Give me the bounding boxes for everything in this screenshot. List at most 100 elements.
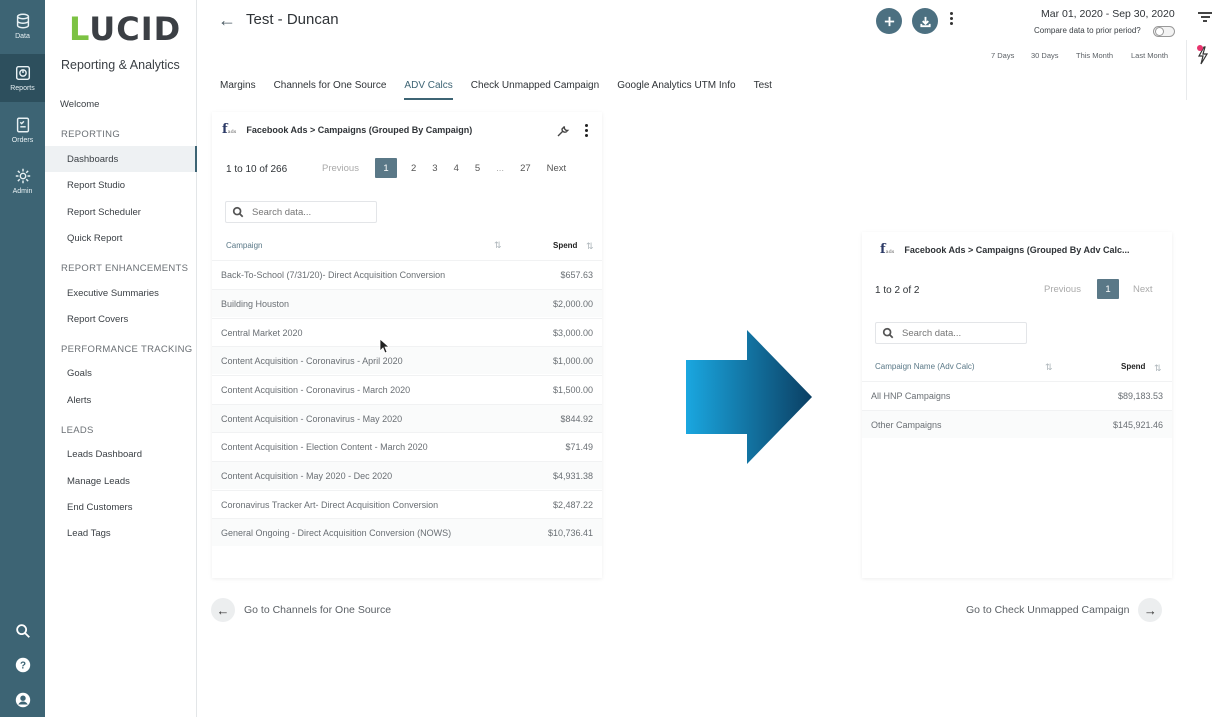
quick-date-last-month[interactable]: Last Month <box>1131 51 1168 60</box>
compare-label: Compare data to prior period? <box>1034 26 1141 35</box>
rail-label: Reports <box>10 85 35 92</box>
cell-campaign: Content Acquisition - Coronavirus - May … <box>221 414 403 424</box>
sidebar-item-lead-tags[interactable]: Lead Tags <box>67 528 111 539</box>
rail-item-data[interactable]: Data <box>0 2 45 50</box>
pagination: Previous 1 Next <box>1044 279 1169 299</box>
sidebar-item-leads-dashboard[interactable]: Leads Dashboard <box>67 449 142 460</box>
next-tab-label: Go to Check Unmapped Campaign <box>966 604 1130 616</box>
quick-date-30-days[interactable]: 30 Days <box>1031 51 1059 60</box>
filter-icon[interactable] <box>1198 12 1212 24</box>
table-row[interactable]: Content Acquisition - Coronavirus - May … <box>212 404 602 432</box>
tab-test[interactable]: Test <box>754 80 772 100</box>
cell-spend: $2,000.00 <box>552 299 593 309</box>
sidebar-item-alerts[interactable]: Alerts <box>67 395 91 406</box>
sidebar-item-quick-report[interactable]: Quick Report <box>67 233 122 244</box>
sort-icon[interactable]: ⇅ <box>1154 363 1162 374</box>
sidebar-item-report-studio[interactable]: Report Studio <box>67 180 125 191</box>
sidebar-item-report-covers[interactable]: Report Covers <box>67 314 128 325</box>
pagination-page[interactable]: 4 <box>454 163 459 174</box>
pagination-next[interactable]: Next <box>547 163 567 174</box>
widget-campaigns-grouped-by-campaign: fads Facebook Ads > Campaigns (Grouped B… <box>212 112 602 578</box>
tab-channels-for-one-source[interactable]: Channels for One Source <box>274 80 387 100</box>
table-row[interactable]: Content Acquisition - Election Content -… <box>212 432 602 460</box>
previous-tab-link[interactable]: ← Go to Channels for One Source <box>211 598 391 622</box>
table-row[interactable]: Central Market 2020 $3,000.00 <box>212 318 602 346</box>
sidebar-item-end-customers[interactable]: End Customers <box>67 502 132 513</box>
pagination-page[interactable]: 1 <box>374 158 397 178</box>
sort-icon[interactable]: ⇅ <box>1045 362 1053 373</box>
table-row[interactable]: Coronavirus Tracker Art- Direct Acquisit… <box>212 490 602 518</box>
sidebar-item-dashboards[interactable]: Dashboards <box>67 154 118 165</box>
table-row[interactable]: Content Acquisition - Coronavirus - Marc… <box>212 375 602 403</box>
rail-item-orders[interactable]: Orders <box>0 106 45 154</box>
divider <box>1186 40 1187 100</box>
rail-help-button[interactable]: ? <box>0 650 45 680</box>
tab-check-unmapped-campaign[interactable]: Check Unmapped Campaign <box>471 80 599 100</box>
table-row[interactable]: Content Acquisition - May 2020 - Dec 202… <box>212 461 602 489</box>
cell-campaign: Content Acquisition - Coronavirus - Marc… <box>221 385 411 395</box>
table-row[interactable]: Back-To-School (7/31/20)- Direct Acquisi… <box>212 260 602 288</box>
search-icon <box>15 624 30 638</box>
pagination-previous[interactable]: Previous <box>322 163 359 174</box>
back-arrow-icon[interactable]: ← <box>218 10 236 31</box>
pagination-ellipsis: ... <box>496 162 505 174</box>
sidebar-item-welcome[interactable]: Welcome <box>60 99 99 110</box>
rail-item-reports[interactable]: Reports <box>0 54 45 102</box>
rail-search-button[interactable] <box>0 616 45 646</box>
pagination-page[interactable]: 2 <box>411 163 416 174</box>
add-widget-button[interactable] <box>876 8 902 34</box>
table-row[interactable]: General Ongoing - Direct Acquisition Con… <box>212 518 602 546</box>
column-header-campaign-name[interactable]: Campaign Name (Adv Calc) <box>875 362 975 371</box>
tab-adv-calcs[interactable]: ADV Calcs <box>404 80 453 100</box>
sidebar-item-goals[interactable]: Goals <box>67 368 92 379</box>
download-button[interactable] <box>912 8 938 34</box>
quick-date-this-month[interactable]: This Month <box>1076 51 1113 60</box>
date-range[interactable]: Mar 01, 2020 - Sep 30, 2020 <box>1041 8 1175 20</box>
column-header-spend[interactable]: Spend <box>1121 362 1145 371</box>
column-header-spend[interactable]: Spend <box>553 241 577 250</box>
search-input[interactable] <box>252 206 352 218</box>
table-row[interactable]: All HNP Campaigns $89,183.53 <box>862 381 1172 409</box>
pagination-page[interactable]: 3 <box>432 163 437 174</box>
widget-menu-icon[interactable] <box>583 124 589 138</box>
svg-text:?: ? <box>19 661 25 672</box>
sidebar-item-manage-leads[interactable]: Manage Leads <box>67 476 130 487</box>
pagination-previous[interactable]: Previous <box>1044 284 1081 295</box>
cell-spend: $1,000.00 <box>552 356 593 366</box>
more-options-icon[interactable] <box>946 10 956 32</box>
sidebar-item-report-scheduler[interactable]: Report Scheduler <box>67 207 141 218</box>
pagination-next[interactable]: Next <box>1133 284 1153 295</box>
sidebar-title: Reporting & Analytics <box>61 58 180 72</box>
table-row[interactable]: Building Houston $2,000.00 <box>212 289 602 317</box>
next-tab-link[interactable]: Go to Check Unmapped Campaign → <box>966 598 1163 622</box>
pagination-page[interactable]: 27 <box>520 163 531 174</box>
search-input[interactable] <box>902 327 1002 339</box>
cell-spend: $4,931.38 <box>552 471 593 481</box>
pagination-page[interactable]: 1 <box>1096 279 1119 299</box>
tab-margins[interactable]: Margins <box>220 80 256 100</box>
search-box <box>875 322 1027 344</box>
rail-item-admin[interactable]: Admin <box>0 157 45 205</box>
cell-campaign-name: All HNP Campaigns <box>871 391 951 401</box>
column-header-campaign[interactable]: Campaign <box>226 241 262 250</box>
tab-google-analytics-utm-info[interactable]: Google Analytics UTM Info <box>617 80 735 100</box>
gear-icon <box>15 168 30 184</box>
user-icon <box>15 692 30 708</box>
previous-tab-label: Go to Channels for One Source <box>244 604 392 616</box>
sort-icon[interactable]: ⇅ <box>586 241 594 252</box>
sort-icon[interactable]: ⇅ <box>494 240 502 251</box>
pagination-page[interactable]: 5 <box>475 163 480 174</box>
table-row[interactable]: Other Campaigns $145,921.46 <box>862 410 1172 438</box>
wrench-icon[interactable] <box>556 124 570 138</box>
notifications-bolt-icon[interactable] <box>1195 44 1211 66</box>
quick-date-7-days[interactable]: 7 Days <box>991 51 1014 60</box>
table-row[interactable]: Content Acquisition - Coronavirus - Apri… <box>212 346 602 374</box>
transition-arrow-icon <box>686 330 812 464</box>
facebook-ads-icon: fads <box>222 122 237 137</box>
pagination-range: 1 to 2 of 2 <box>875 285 920 296</box>
compare-toggle[interactable] <box>1153 26 1175 37</box>
rail-user-button[interactable] <box>0 685 45 715</box>
search-icon <box>882 327 894 339</box>
cell-spend: $844.92 <box>560 414 593 424</box>
sidebar-item-executive-summaries[interactable]: Executive Summaries <box>67 288 159 299</box>
